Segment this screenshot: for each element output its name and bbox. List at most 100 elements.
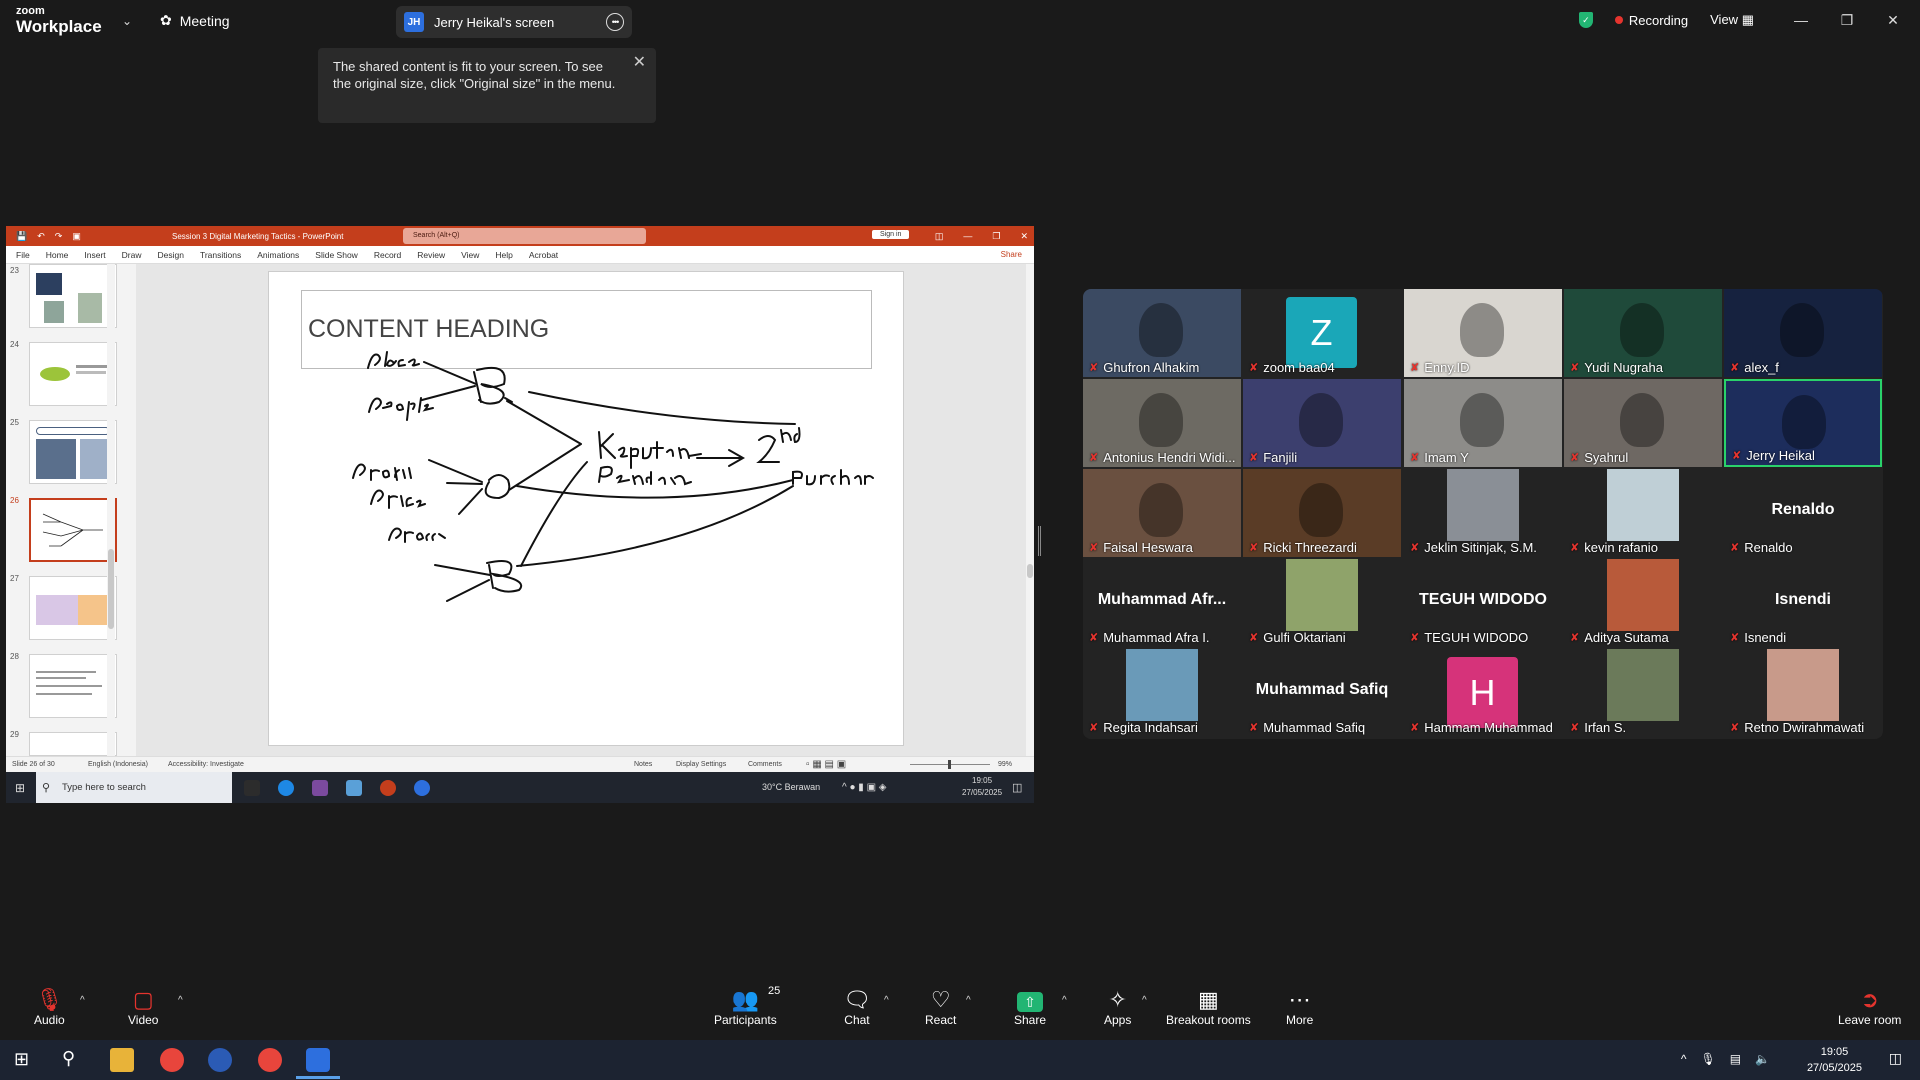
meeting-menu[interactable]: ✿ Meeting bbox=[160, 12, 230, 29]
system-tray[interactable]: ^ 🎙 ▤ 🔈 bbox=[1681, 1052, 1770, 1066]
app-icon[interactable] bbox=[346, 780, 362, 796]
participant-tile[interactable]: Renaldo ✘ Renaldo bbox=[1724, 469, 1882, 557]
participant-tile[interactable]: Muhammad Afr... ✘ Muhammad Afra I. bbox=[1083, 559, 1241, 647]
undo-icon[interactable]: ↶ bbox=[37, 231, 45, 242]
participant-tile[interactable]: ✘ Regita Indahsari bbox=[1083, 649, 1241, 737]
more-options-icon[interactable]: ••• bbox=[606, 13, 624, 31]
redo-icon[interactable]: ↷ bbox=[55, 231, 63, 242]
clock[interactable]: 19:05 27/05/2025 bbox=[1807, 1044, 1862, 1076]
chrome-icon[interactable] bbox=[258, 1048, 282, 1072]
minimize-icon[interactable]: — bbox=[1778, 12, 1824, 28]
participant-tile[interactable]: ✘ Gulfi Oktariani bbox=[1243, 559, 1401, 647]
participant-tile[interactable]: ✘ Yudi Nugraha bbox=[1564, 289, 1722, 377]
tab-help[interactable]: Help bbox=[495, 250, 512, 260]
participant-tile[interactable]: ✘ Ghufron Alhakim bbox=[1083, 289, 1241, 377]
inner-clock[interactable]: 19:05 27/05/2025 bbox=[962, 775, 1002, 799]
view-button[interactable]: View ▦ bbox=[1710, 12, 1754, 28]
weather[interactable]: 30°C Berawan bbox=[762, 782, 820, 792]
apps-button[interactable]: ✧ Apps bbox=[1104, 987, 1131, 1027]
close-icon[interactable]: ✕ bbox=[1020, 231, 1028, 242]
chevron-up-icon[interactable]: ^ bbox=[178, 995, 183, 1006]
thumbnail-scrollbar[interactable] bbox=[107, 264, 115, 756]
chevron-down-icon[interactable]: ⌄ bbox=[122, 14, 132, 28]
ribbon-display-icon[interactable]: ◫ bbox=[935, 231, 944, 242]
chevron-up-icon[interactable]: ^ bbox=[1681, 1052, 1687, 1066]
zoom-level[interactable]: 99% bbox=[998, 761, 1012, 768]
tab-draw[interactable]: Draw bbox=[122, 250, 142, 260]
participant-tile[interactable]: ✘ Ricki Threezardi bbox=[1243, 469, 1401, 557]
tab-home[interactable]: Home bbox=[46, 250, 69, 260]
zoom-icon[interactable] bbox=[414, 780, 430, 796]
participants-button[interactable]: 👥 25 Participants bbox=[714, 985, 780, 1027]
save-icon[interactable]: 💾 bbox=[16, 231, 27, 242]
tab-slide-show[interactable]: Slide Show bbox=[315, 250, 358, 260]
comments-button[interactable]: Comments bbox=[748, 761, 782, 768]
tab-transitions[interactable]: Transitions bbox=[200, 250, 241, 260]
chevron-up-icon[interactable]: ^ bbox=[884, 995, 889, 1006]
app-icon[interactable] bbox=[312, 780, 328, 796]
audio-button[interactable]: 🎙 Audio bbox=[34, 987, 65, 1027]
participant-tile[interactable]: ✘ Syahrul bbox=[1564, 379, 1722, 467]
participant-tile[interactable]: ✘ Enny.ID bbox=[1404, 289, 1562, 377]
edge-icon[interactable] bbox=[278, 780, 294, 796]
scrollbar-thumb[interactable] bbox=[108, 549, 114, 629]
breakout-rooms-button[interactable]: ▦ Breakout rooms bbox=[1166, 987, 1251, 1027]
video-button[interactable]: ▢ Video bbox=[128, 987, 158, 1027]
participant-tile[interactable]: TEGUH WIDODO ✘ TEGUH WIDODO bbox=[1404, 559, 1562, 647]
minimize-icon[interactable]: — bbox=[963, 231, 972, 242]
zoom-slider-thumb[interactable] bbox=[948, 760, 951, 769]
windows-start-icon[interactable]: ⊞ bbox=[14, 1049, 29, 1070]
split-resize-handle[interactable] bbox=[1038, 526, 1041, 556]
language[interactable]: English (Indonesia) bbox=[88, 761, 148, 768]
display-settings-button[interactable]: Display Settings bbox=[676, 761, 726, 768]
participant-tile[interactable]: ✘ alex_f bbox=[1724, 289, 1882, 377]
slide-canvas[interactable]: CONTENT HEADING bbox=[268, 271, 904, 746]
close-icon[interactable]: ✕ bbox=[1870, 12, 1916, 29]
leave-room-button[interactable]: ➲ Leave room bbox=[1838, 987, 1901, 1027]
participant-tile[interactable]: ✘ Fanjili bbox=[1243, 379, 1401, 467]
shared-screen-pill[interactable]: JH Jerry Heikal's screen ••• bbox=[396, 6, 632, 38]
slide-thumbnail-selected[interactable] bbox=[29, 498, 117, 562]
participant-tile[interactable]: ✘ Jerry Heikal bbox=[1724, 379, 1882, 467]
participant-tile[interactable]: ✘ kevin rafanio bbox=[1564, 469, 1722, 557]
participant-tile[interactable]: H ✘ Hammam Muhammad bbox=[1404, 649, 1562, 737]
present-icon[interactable]: ▣ bbox=[72, 231, 81, 242]
view-mode-icons[interactable]: ▫ ▦ ▤ ▣ bbox=[806, 759, 846, 770]
zoom-icon[interactable] bbox=[306, 1048, 330, 1072]
close-icon[interactable]: ✕ bbox=[633, 54, 646, 71]
windows-start-icon[interactable]: ⊞ bbox=[15, 781, 25, 795]
tab-view[interactable]: View bbox=[461, 250, 479, 260]
zoom-slider[interactable] bbox=[910, 760, 990, 769]
participant-tile[interactable]: Isnendi ✘ Isnendi bbox=[1724, 559, 1882, 647]
chevron-up-icon[interactable]: ^ bbox=[1142, 995, 1147, 1006]
file-explorer-icon[interactable] bbox=[110, 1048, 134, 1072]
slide-thumbnail[interactable] bbox=[29, 732, 117, 756]
participant-tile[interactable]: ✘ Aditya Sutama bbox=[1564, 559, 1722, 647]
recording-label[interactable]: Recording bbox=[1629, 13, 1688, 28]
shield-icon[interactable]: ✓ bbox=[1578, 12, 1593, 28]
tab-animations[interactable]: Animations bbox=[257, 250, 299, 260]
taskbar-search[interactable]: Type here to search bbox=[36, 772, 232, 803]
shared-screen[interactable]: 💾 ↶ ↷ ▣ Session 3 Digital Marketing Tact… bbox=[6, 226, 1034, 803]
notification-icon[interactable]: ◫ bbox=[1012, 781, 1022, 794]
slide-thumbnail[interactable] bbox=[29, 654, 117, 718]
chevron-up-icon[interactable]: ^ bbox=[966, 995, 971, 1006]
powerpoint-icon[interactable] bbox=[380, 780, 396, 796]
tab-design[interactable]: Design bbox=[158, 250, 184, 260]
task-view-icon[interactable] bbox=[244, 780, 260, 796]
slide-thumbnail[interactable] bbox=[29, 342, 117, 406]
tab-review[interactable]: Review bbox=[417, 250, 445, 260]
maximize-icon[interactable]: ❐ bbox=[992, 231, 1000, 242]
slide-thumbnail[interactable] bbox=[29, 264, 117, 328]
zoom-logo[interactable]: zoom Workplace bbox=[16, 6, 102, 36]
participant-tile[interactable]: ✘ Imam Y bbox=[1404, 379, 1562, 467]
react-button[interactable]: ♡ React bbox=[925, 987, 956, 1027]
search-icon[interactable]: ⚲ bbox=[62, 1048, 75, 1069]
more-button[interactable]: ⋯ More bbox=[1286, 987, 1313, 1027]
participant-tile[interactable]: ✘ Antonius Hendri Widi... bbox=[1083, 379, 1241, 467]
microphone-icon[interactable]: 🎙 bbox=[1700, 1052, 1715, 1066]
share-button[interactable]: Share bbox=[1001, 250, 1022, 259]
slide-scrollbar[interactable] bbox=[1026, 264, 1034, 756]
slide-thumbnail[interactable] bbox=[29, 576, 117, 640]
chat-button[interactable]: 🗨 Chat bbox=[843, 987, 871, 1027]
